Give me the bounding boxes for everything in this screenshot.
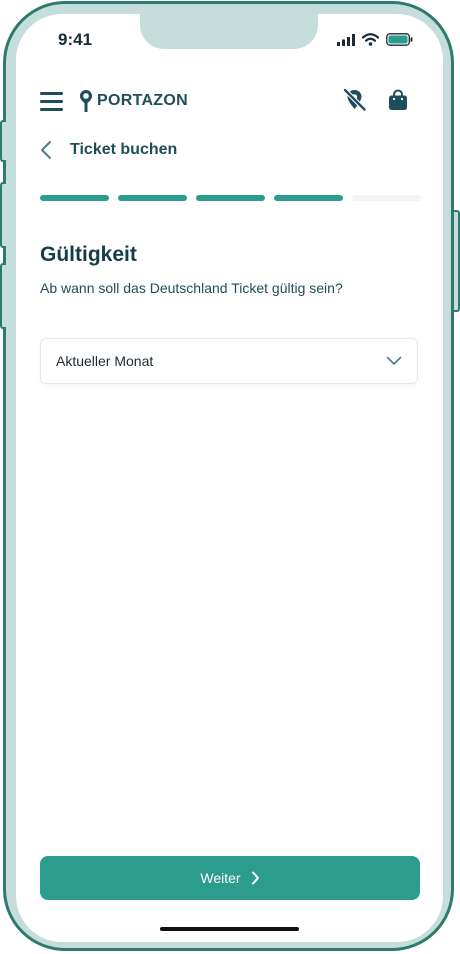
question-text: Ab wann soll das Deutschland Ticket gült…	[40, 280, 343, 296]
location-off-icon[interactable]	[342, 87, 368, 113]
select-value: Aktueller Monat	[56, 353, 154, 369]
status-time: 9:41	[58, 30, 93, 49]
chevron-down-icon	[386, 356, 402, 365]
menu-icon[interactable]	[40, 92, 63, 116]
nav-title: Ticket buchen	[70, 141, 178, 158]
screen: 9:41 PORTAZON Ticket buchen Gültigkeit A…	[16, 14, 443, 942]
chevron-right-icon	[251, 871, 259, 885]
back-chevron-icon[interactable]	[40, 140, 52, 160]
volume-up-button	[0, 182, 6, 248]
signal-icon	[337, 33, 355, 46]
home-indicator	[160, 927, 299, 931]
volume-down-button	[0, 263, 6, 329]
wifi-icon	[362, 33, 379, 46]
progress-step	[352, 195, 421, 201]
notch	[140, 14, 318, 49]
progress-step	[196, 195, 265, 201]
shopping-bag-icon[interactable]	[388, 89, 408, 111]
power-button	[454, 210, 460, 312]
brand-logo: PORTAZON	[79, 89, 188, 113]
progress-step	[274, 195, 343, 201]
brand-name: PORTAZON	[97, 92, 188, 109]
progress-step	[118, 195, 187, 201]
step-progress	[40, 195, 421, 201]
progress-step	[40, 195, 109, 201]
battery-icon	[386, 33, 413, 46]
status-icons	[337, 33, 413, 46]
location-pin-icon	[80, 90, 92, 112]
next-button[interactable]: Weiter	[40, 856, 420, 900]
mute-switch	[0, 120, 6, 162]
next-button-label: Weiter	[200, 870, 241, 886]
validity-select[interactable]: Aktueller Monat	[40, 338, 418, 384]
page-title: Gültigkeit	[40, 243, 137, 266]
